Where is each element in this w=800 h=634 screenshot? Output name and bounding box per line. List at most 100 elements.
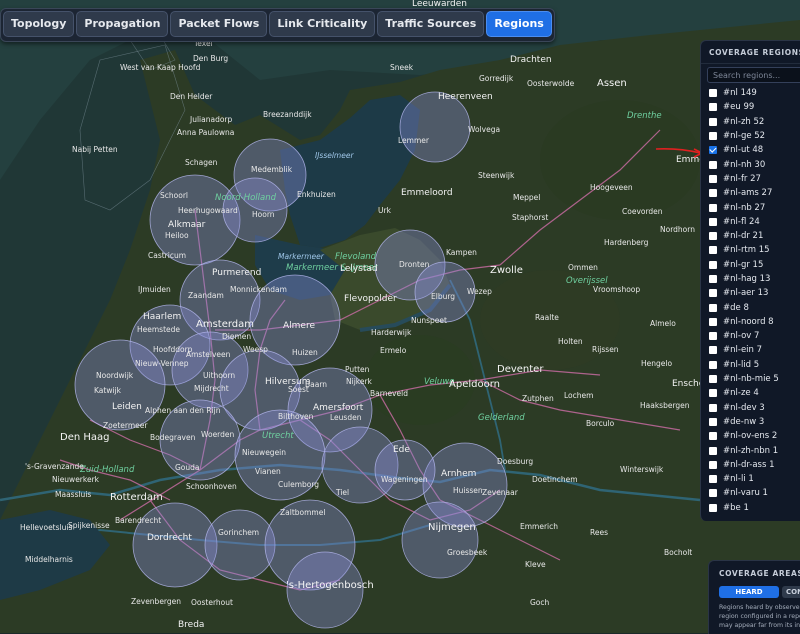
region-list-item[interactable]: #be 1 — [709, 501, 800, 515]
region-checkbox[interactable] — [709, 403, 717, 412]
region-list-item[interactable]: #nl-ein 7 — [709, 343, 800, 357]
place-label: Leiden — [112, 402, 142, 412]
region-checkbox[interactable] — [709, 503, 717, 512]
region-list-item[interactable]: #nl-hag 13 — [709, 272, 800, 286]
region-list-item[interactable]: #nl-ze 4 — [709, 386, 800, 400]
region-checkbox[interactable] — [709, 203, 717, 212]
region-checkbox[interactable] — [709, 317, 717, 326]
region-checkbox[interactable] — [709, 375, 717, 384]
coverage-areas-panel: COVERAGE AREAS HEARD CONFI Regions heard… — [708, 560, 800, 634]
region-list-item[interactable]: #nl-zh-nbn 1 — [709, 443, 800, 457]
region-checkbox[interactable] — [709, 117, 717, 126]
tab-packet-flows[interactable]: Packet Flows — [170, 11, 268, 37]
region-checkbox[interactable] — [709, 489, 717, 498]
region-list-item[interactable]: #nl-aer 13 — [709, 286, 800, 300]
place-label: Groesbeek — [447, 548, 488, 557]
region-checkbox[interactable] — [709, 275, 717, 283]
region-checkbox[interactable] — [709, 303, 717, 312]
region-list-item[interactable]: #de 8 — [709, 300, 800, 314]
region-checkbox[interactable] — [709, 289, 717, 298]
place-label: Maassluis — [55, 490, 91, 499]
place-label: Nabij Petten — [72, 145, 118, 154]
region-list-item[interactable]: #de-nw 3 — [709, 415, 800, 429]
region-checkbox[interactable] — [709, 103, 717, 112]
region-label: #nl 149 — [723, 88, 757, 99]
region-label: #nl-dev 3 — [723, 402, 765, 413]
place-label: Tiel — [335, 488, 349, 497]
region-checkbox[interactable] — [709, 475, 717, 484]
region-list-item[interactable]: #nl-lid 5 — [709, 358, 800, 372]
tab-traffic-sources[interactable]: Traffic Sources — [377, 11, 485, 37]
place-label: Putten — [345, 365, 370, 374]
region-list-item[interactable]: #nl-dev 3 — [709, 401, 800, 415]
region-checkbox[interactable] — [709, 132, 717, 141]
place-label: Urk — [378, 206, 392, 215]
region-checkbox[interactable] — [709, 446, 717, 455]
region-checkbox[interactable] — [709, 160, 717, 169]
region-checkbox[interactable] — [709, 232, 717, 241]
place-label: Barneveld — [370, 389, 408, 398]
place-label: Ede — [393, 445, 410, 455]
tab-topology[interactable]: Topology — [3, 11, 75, 37]
place-label: Gorredijk — [479, 74, 514, 83]
region-checkbox[interactable] — [709, 189, 717, 198]
place-label: Huissen — [453, 486, 483, 495]
region-checkbox[interactable] — [709, 260, 717, 269]
region-list-item[interactable]: #nl-li 1 — [709, 472, 800, 486]
region-checkbox[interactable] — [709, 389, 717, 398]
region-list-item[interactable]: #nl-rtm 15 — [709, 243, 800, 257]
place-label: Vianen — [255, 467, 281, 476]
tab-propagation[interactable]: Propagation — [76, 11, 169, 37]
tab-link-criticality[interactable]: Link Criticality — [269, 11, 376, 37]
configured-toggle-button[interactable]: CONFI — [782, 586, 800, 598]
region-list-item[interactable]: #nl-ams 27 — [709, 186, 800, 200]
region-list-item[interactable]: #nl-ov-ens 2 — [709, 429, 800, 443]
region-checkbox[interactable] — [709, 246, 717, 255]
region-list-item[interactable]: #nl-gr 15 — [709, 258, 800, 272]
region-checkbox[interactable] — [709, 346, 717, 355]
place-label: Utrecht — [262, 431, 294, 441]
region-label: #nl-ams 27 — [723, 188, 773, 199]
region-list-item[interactable]: #nl-nb 27 — [709, 200, 800, 214]
region-list-item[interactable]: #nl-noord 8 — [709, 315, 800, 329]
place-label: Hardenberg — [604, 238, 649, 247]
place-label: Alkmaar — [168, 220, 206, 230]
region-search-input[interactable] — [707, 67, 800, 83]
place-label: Castricum — [148, 251, 186, 260]
region-label: #nl-zh 52 — [723, 116, 765, 127]
region-list-item[interactable]: #nl 149 — [709, 86, 800, 100]
region-list-item[interactable]: #nl-nh 30 — [709, 157, 800, 171]
region-checkbox[interactable] — [709, 460, 717, 469]
region-checkbox[interactable] — [709, 217, 717, 226]
place-label: Ermelo — [380, 346, 407, 355]
region-checkbox[interactable] — [709, 432, 717, 441]
place-label: Nijkerk — [346, 377, 373, 386]
region-list-item[interactable]: #nl-ge 52 — [709, 129, 800, 143]
heard-toggle-button[interactable]: HEARD — [719, 586, 779, 598]
place-label: West van Kaap Hoofd — [120, 63, 201, 72]
region-list-item[interactable]: #nl-ov 7 — [709, 329, 800, 343]
place-label: Breda — [178, 620, 204, 630]
place-label: Alphen aan den Rijn — [145, 406, 221, 415]
region-list-item[interactable]: #nl-ut 48 — [709, 143, 800, 157]
region-checkbox[interactable] — [709, 89, 717, 98]
map-canvas[interactable]: Leeuwarden Texel Den Burg West van Kaap … — [0, 0, 800, 633]
region-list-item[interactable]: #nl-zh 52 — [709, 115, 800, 129]
place-label: Nieuwegein — [242, 448, 286, 457]
place-label: Dordrecht — [147, 533, 192, 543]
region-checkbox[interactable] — [709, 360, 717, 369]
region-checkbox[interactable] — [709, 417, 717, 426]
region-list-item[interactable]: #nl-fr 27 — [709, 172, 800, 186]
region-list-item[interactable]: #eu 99 — [709, 100, 800, 114]
place-label: Hellevoetsluis — [20, 523, 72, 532]
region-list-item[interactable]: #nl-dr-ass 1 — [709, 458, 800, 472]
region-list-item[interactable]: #nl-fl 24 — [709, 215, 800, 229]
region-checkbox[interactable] — [709, 146, 717, 155]
region-list-item[interactable]: #nl-varu 1 — [709, 486, 800, 500]
region-checkbox[interactable] — [709, 174, 717, 183]
region-label: #nl-fl 24 — [723, 216, 760, 227]
region-list-item[interactable]: #nl-nb-mie 5 — [709, 372, 800, 386]
region-list-item[interactable]: #nl-dr 21 — [709, 229, 800, 243]
tab-regions[interactable]: Regions — [486, 11, 552, 37]
region-checkbox[interactable] — [709, 332, 717, 341]
